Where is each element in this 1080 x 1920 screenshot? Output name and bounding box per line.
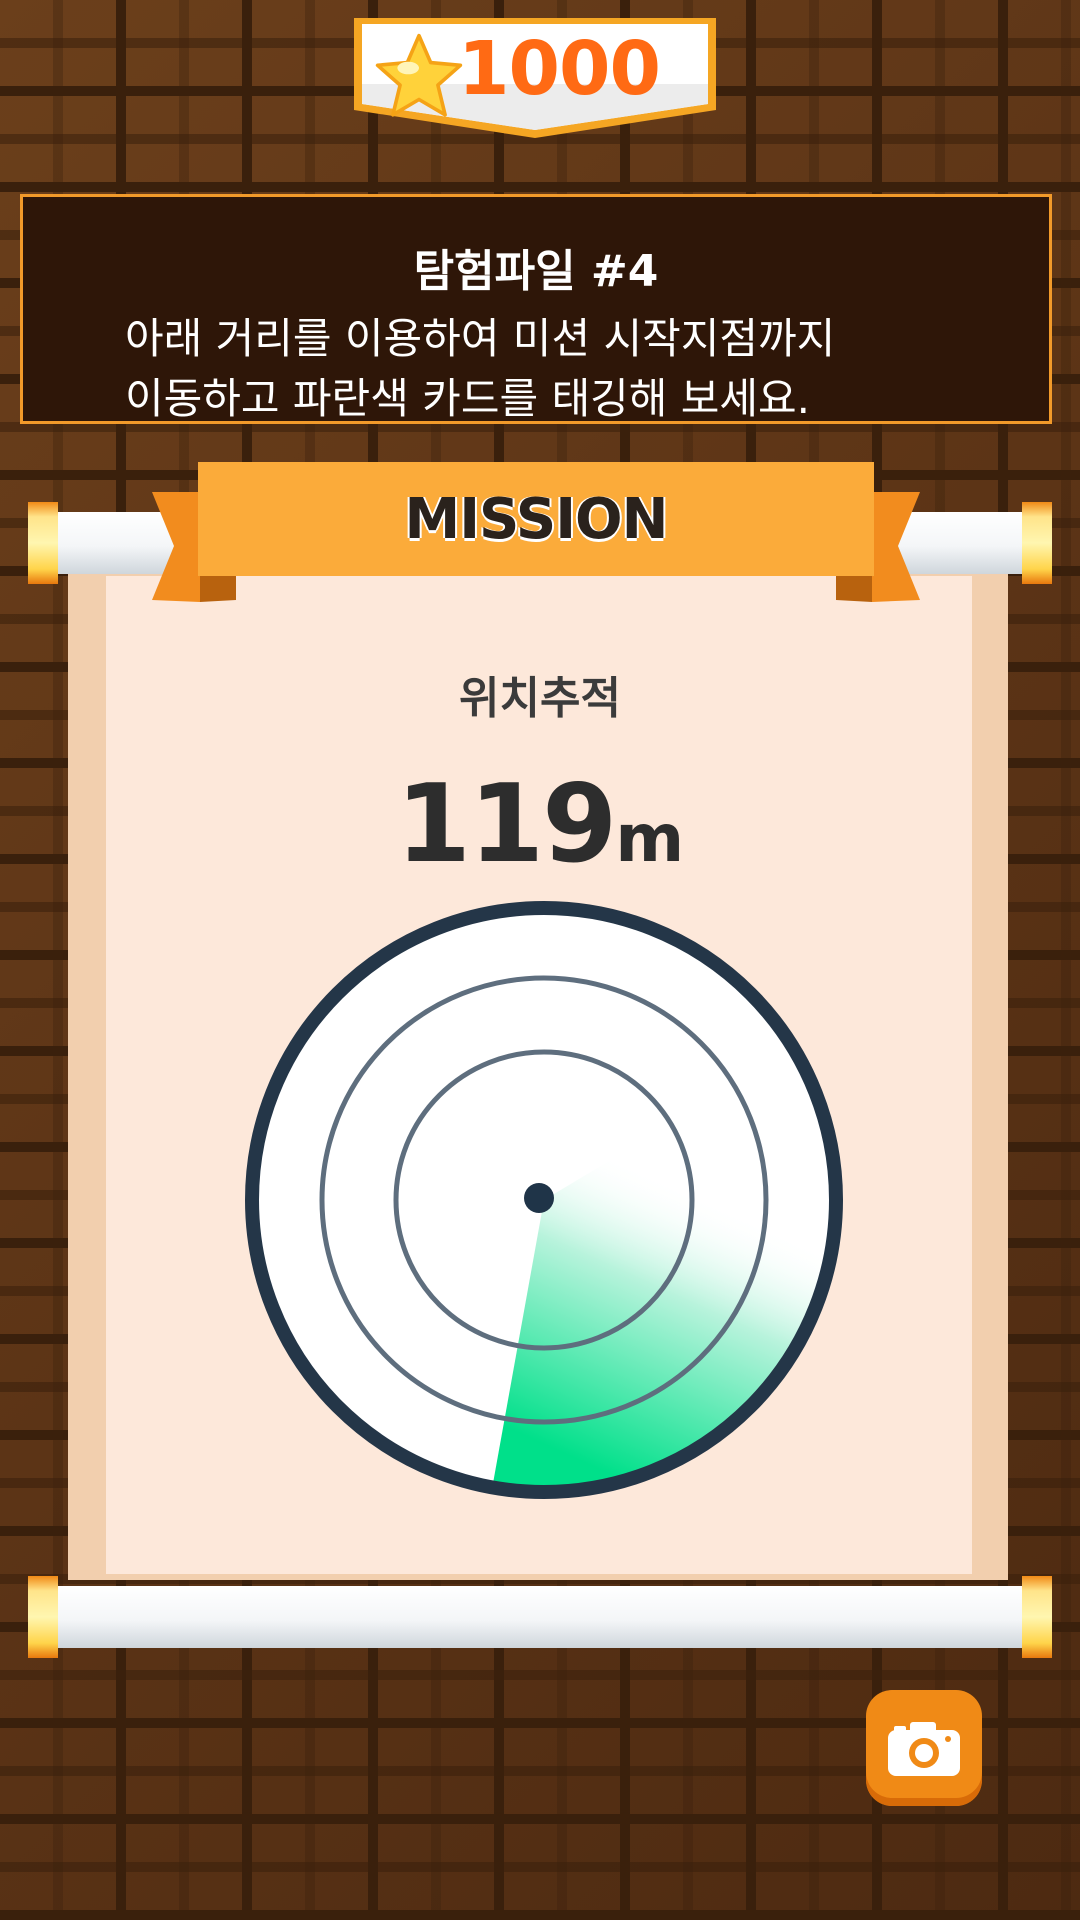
distance-unit: m xyxy=(615,800,685,877)
rod-cap-left xyxy=(28,502,58,584)
radar-center-dot xyxy=(524,1183,554,1213)
mission-info-panel: 탐험파일 #4 아래 거리를 이용하여 미션 시작지점까지 이동하고 파란색 카… xyxy=(20,194,1052,424)
distance-value: 119 xyxy=(395,762,617,887)
rod-cap-left xyxy=(28,1576,58,1658)
scroll-bottom-rod xyxy=(28,1576,1052,1658)
camera-icon xyxy=(888,1722,960,1776)
distance-readout: 119m xyxy=(0,762,1080,887)
rod-cap-right xyxy=(1022,502,1052,584)
mission-banner-label: MISSION xyxy=(404,486,668,552)
exploration-file-title: 탐험파일 #4 xyxy=(413,246,659,297)
rod-cap-right xyxy=(1022,1576,1052,1658)
score-badge: 1000 xyxy=(350,18,720,138)
radar xyxy=(245,901,843,1499)
location-tracking-label: 위치추적 xyxy=(459,673,621,724)
mission-instructions: 아래 거리를 이용하여 미션 시작지점까지 이동하고 파란색 카드를 태깅해 보… xyxy=(125,314,836,423)
star-icon xyxy=(375,33,463,117)
score-value: 1000 xyxy=(458,26,661,112)
camera-button[interactable] xyxy=(866,1690,982,1806)
